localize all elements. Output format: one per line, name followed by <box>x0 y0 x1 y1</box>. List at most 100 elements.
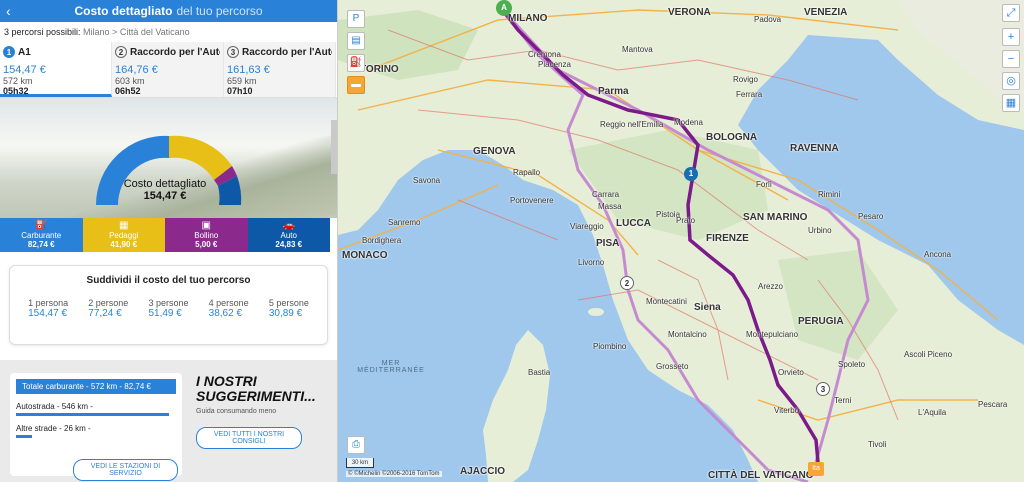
route-endpoints: Milano > Città del Vaticano <box>83 27 190 37</box>
end-marker[interactable]: Ita <box>808 462 824 476</box>
suggestions-title: I NOSTRI SUGGERIMENTI... <box>196 373 316 404</box>
panel-scrollbar[interactable] <box>331 120 337 174</box>
print-icon[interactable]: ⎙ <box>347 436 365 454</box>
layers-icon[interactable]: ▤ <box>347 32 365 50</box>
city-label: Siena <box>694 302 721 313</box>
hotel-icon[interactable]: ▬ <box>347 76 365 94</box>
toll-icon: ▦ <box>119 220 129 231</box>
cost-label: Bollino <box>194 231 219 240</box>
city-label: Orvieto <box>778 368 804 377</box>
city-label: Livorno <box>578 258 605 267</box>
city-label: Ancona <box>924 250 952 259</box>
fuel-icon: ⛽ <box>35 220 48 231</box>
suggestions-subtitle: Guida consumando meno <box>196 408 277 415</box>
route-number: 2 <box>115 46 127 58</box>
chevron-left-icon[interactable]: ‹ <box>6 3 11 19</box>
city-label: Forlì <box>756 180 772 189</box>
route-tabs: 1 A1 154,47 € 572 km 05h32 2 Raccordo per … <box>0 42 337 98</box>
cost-label: Pedaggi <box>109 231 139 240</box>
route-tab-1[interactable]: 1 A1 154,47 € 572 km 05h32 <box>0 42 112 97</box>
city-label: Montecatini <box>646 297 687 306</box>
city-label: Ascoli Piceno <box>904 350 953 359</box>
cost-value: 41,90 € <box>110 240 138 249</box>
route-duration: 05h32 <box>3 86 29 96</box>
locate-icon[interactable]: ◎ <box>1002 72 1020 90</box>
fuel-station-icon[interactable]: ⛽ <box>347 54 365 72</box>
city-label: PISA <box>596 238 620 249</box>
city-label: CITTÀ DEL VATICANO <box>708 470 814 481</box>
split-persons: 5 persone <box>268 298 309 308</box>
header-title-light: del tuo percorso <box>176 4 263 18</box>
route-tab-2[interactable]: 2Raccordo per l'Autostr... 164,76 € 603 … <box>112 42 224 97</box>
service-stations-button[interactable]: VEDI LE STAZIONI DI SERVIZIO <box>73 459 178 481</box>
city-label: Portovenere <box>510 196 554 205</box>
fuel-highway-bar <box>16 413 169 416</box>
all-tips-button[interactable]: VEDI TUTTI I NOSTRI CONSIGLI <box>196 427 302 449</box>
cost-value: 82,74 € <box>27 240 55 249</box>
routes-count: 3 percorsi possibili: <box>4 27 81 37</box>
city-label: Modena <box>674 118 703 127</box>
cost-value: 5,00 € <box>195 240 218 249</box>
split-item: 5 persone 30,89 € <box>269 298 309 319</box>
route-price: 161,63 € <box>227 64 270 76</box>
city-label: Viterbo <box>774 406 800 415</box>
city-label: Terni <box>834 396 852 405</box>
route-name: Raccordo per l'Autostr... <box>242 46 332 58</box>
route-price: 164,76 € <box>115 64 158 76</box>
city-label: Savona <box>413 176 441 185</box>
city-label: Rovigo <box>733 75 758 84</box>
city-label: MONACO <box>342 250 388 261</box>
city-label: Sanremo <box>388 218 421 227</box>
cost-label: Auto <box>280 231 297 240</box>
route-number: 1 <box>3 46 15 58</box>
city-label: BOLOGNA <box>706 132 758 143</box>
route-map[interactable]: MILANO VERONA Padova VENEZIA TORINO Piac… <box>338 0 1024 482</box>
fuel-other: Altre strade - 26 km - <box>16 424 91 433</box>
route-marker-2[interactable]: 2 <box>620 276 634 290</box>
cost-car[interactable]: 🚗 Auto 24,83 € <box>247 218 330 252</box>
route-name: A1 <box>18 46 31 58</box>
route-duration: 07h10 <box>227 86 253 96</box>
fuel-card: Totale carburante - 572 km - 82,74 € Aut… <box>10 373 182 481</box>
cost-vignette[interactable]: ▣ Bollino 5,00 € <box>165 218 248 252</box>
cost-tolls[interactable]: ▦ Pedaggi 41,90 € <box>82 218 165 252</box>
cost-breakdown: ⛽ Carburante 82,74 € ▦ Pedaggi 41,90 € ▣… <box>0 218 337 252</box>
split-persons: 4 persone <box>208 298 249 308</box>
city-label: Piacenza <box>538 60 571 69</box>
city-label: MILANO <box>508 13 548 24</box>
sea-label: MER MÉDITERRANÉE <box>357 360 425 374</box>
city-label: Tivoli <box>868 440 887 449</box>
split-title: Suddividi il costo del tuo percorso <box>86 275 251 286</box>
start-marker[interactable]: A <box>496 0 512 16</box>
city-label: Ferrara <box>736 90 763 99</box>
map-copyright: © ©Michelin ©2006-2016 TomTom <box>346 471 442 477</box>
cost-fuel[interactable]: ⛽ Carburante 82,74 € <box>0 218 83 252</box>
city-label: Rimini <box>818 190 841 199</box>
split-value: 51,49 € <box>148 308 182 319</box>
minimap-icon[interactable]: ▦ <box>1002 94 1020 112</box>
fullscreen-icon[interactable]: ⤢ <box>1002 4 1020 22</box>
zoom-out-icon[interactable]: − <box>1002 50 1020 68</box>
vignette-icon: ▣ <box>201 220 211 231</box>
bottom-section: Totale carburante - 572 km - 82,74 € Aut… <box>0 360 337 482</box>
zoom-in-icon[interactable]: + <box>1002 28 1020 46</box>
route-marker-1[interactable]: 1 <box>684 167 698 181</box>
route-marker-3[interactable]: 3 <box>816 382 830 396</box>
fuel-highway: Autostrada - 546 km - <box>16 402 93 411</box>
routes-summary: 3 percorsi possibili: Milano > Città del… <box>0 22 337 42</box>
cost-gauge-area: Costo dettagliato 154,47 € <box>0 98 337 218</box>
route-price: 154,47 € <box>3 64 46 76</box>
city-label: Mantova <box>622 45 653 54</box>
split-persons: 2 persone <box>88 298 129 308</box>
land-elba <box>588 308 604 316</box>
city-label: TORINO <box>360 64 399 75</box>
cost-value: 24,83 € <box>275 240 303 249</box>
city-label: Montepulciano <box>746 330 799 339</box>
city-label: VERONA <box>668 7 711 18</box>
car-icon: 🚗 <box>282 220 295 231</box>
city-label: Montalcino <box>668 330 707 339</box>
city-label: GENOVA <box>473 146 516 157</box>
gauge-total: 154,47 € <box>143 190 187 202</box>
route-tab-3[interactable]: 3Raccordo per l'Autostr... 161,63 € 659 … <box>224 42 336 97</box>
parking-icon[interactable]: P <box>347 10 365 28</box>
